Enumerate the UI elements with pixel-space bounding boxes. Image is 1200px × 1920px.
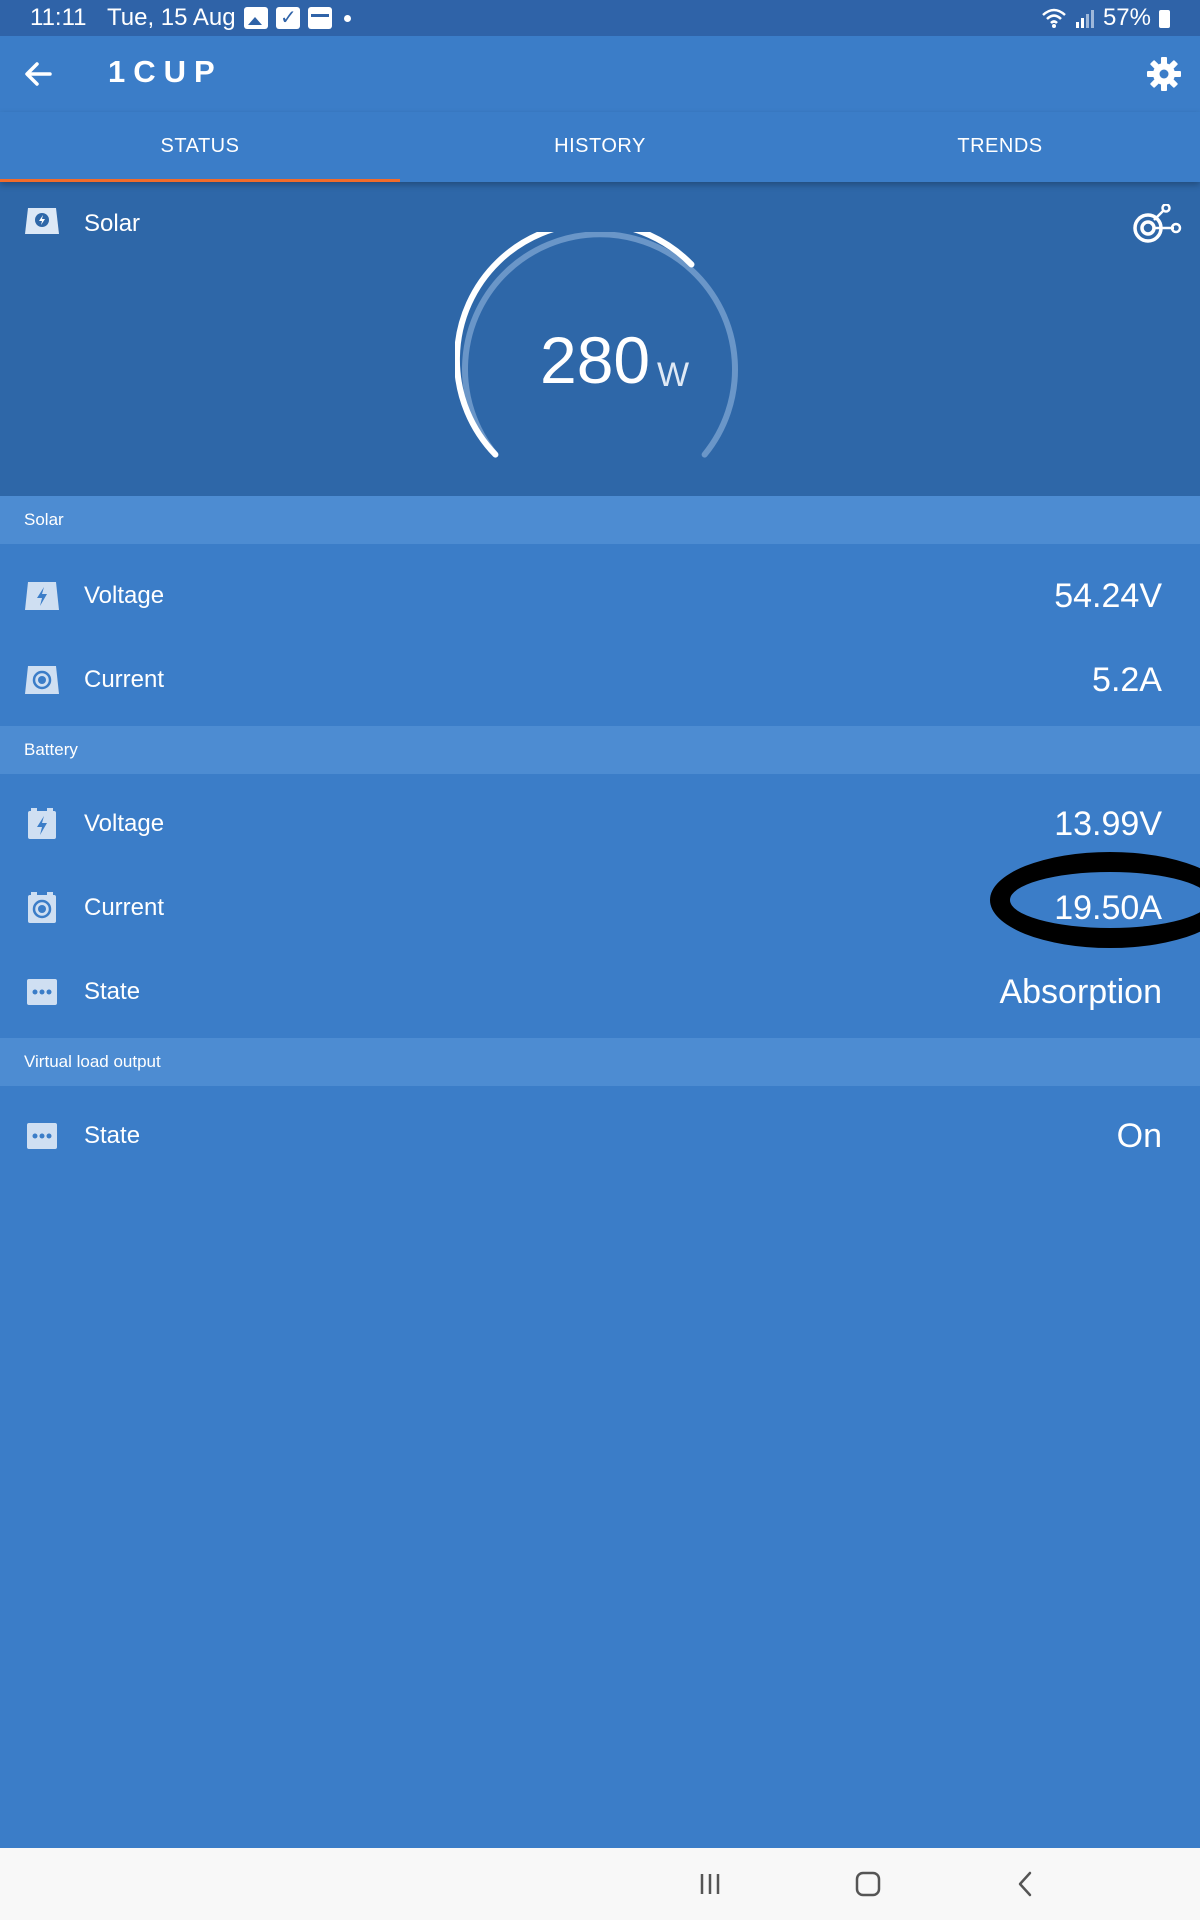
- signal-icon: [1075, 10, 1094, 28]
- battery-bolt-icon: [28, 808, 56, 839]
- row-label: Voltage: [84, 582, 165, 609]
- device-title: 1CUP: [108, 54, 223, 89]
- current-icon: [28, 892, 56, 923]
- notification-icons: [244, 0, 351, 36]
- row-label: State: [84, 978, 141, 1005]
- dots-icon: [27, 979, 57, 1005]
- section-header-solar: Solar: [0, 496, 1200, 544]
- row-value: Absorption: [999, 973, 1162, 1011]
- row-value: 13.99V: [1054, 805, 1162, 843]
- row-solar-current: Current 5.2A: [0, 638, 1200, 722]
- more-notifications-dot: [344, 14, 351, 22]
- status-date: Tue, 15 Aug: [107, 4, 236, 31]
- solar-power-unit: W: [657, 356, 690, 394]
- gallery-icon: [244, 7, 268, 29]
- gear-icon[interactable]: [1144, 54, 1184, 94]
- check-icon: [276, 0, 300, 36]
- row-label: State: [84, 1122, 141, 1149]
- row-battery-state: State Absorption: [0, 950, 1200, 1034]
- section-header-virtual-load: Virtual load output: [0, 1038, 1200, 1086]
- tab-bar: STATUS HISTORY TRENDS: [0, 112, 1200, 182]
- section-title: Virtual load output: [24, 1052, 161, 1071]
- row-value: 5.2A: [1092, 661, 1162, 699]
- solar-panel-icon: [25, 208, 59, 234]
- tab-trends[interactable]: TRENDS: [800, 112, 1200, 182]
- row-label: Current: [84, 894, 165, 921]
- connect-share-icon[interactable]: [1130, 204, 1182, 250]
- row-value: 54.24V: [1054, 577, 1162, 615]
- app-bar: 1CUP: [0, 36, 1200, 112]
- section-title: Battery: [24, 740, 78, 759]
- battery-icon: [1159, 10, 1170, 28]
- status-time: 11:11: [30, 4, 87, 31]
- tab-status[interactable]: STATUS: [0, 112, 400, 182]
- row-solar-voltage: Voltage 54.24V: [0, 554, 1200, 638]
- home-icon[interactable]: [850, 1866, 886, 1902]
- row-label: Current: [84, 666, 165, 693]
- system-nav-bar: [0, 1848, 1200, 1920]
- system-indicators: 57%: [1041, 0, 1170, 36]
- section-header-battery: Battery: [0, 726, 1200, 774]
- recent-apps-icon[interactable]: [692, 1866, 728, 1902]
- hero-label: Solar: [84, 210, 141, 237]
- status-bar: 11:11 Tue, 15 Aug 57%: [0, 0, 1200, 36]
- solar-power-value: 280: [540, 323, 651, 397]
- back-icon[interactable]: [1008, 1866, 1044, 1902]
- row-value: On: [1116, 1117, 1162, 1155]
- section-title: Solar: [24, 510, 64, 529]
- wifi-icon: [1042, 8, 1066, 28]
- row-battery-voltage: Voltage 13.99V: [0, 782, 1200, 866]
- solar-power-panel: Solar 280 W: [0, 182, 1200, 496]
- dots-icon: [27, 1123, 57, 1149]
- row-label: Voltage: [84, 810, 165, 837]
- row-load-state: State On: [0, 1094, 1200, 1178]
- tab-history[interactable]: HISTORY: [400, 112, 800, 182]
- current-icon: [25, 666, 59, 694]
- calendar-icon: [308, 7, 332, 29]
- back-arrow-icon[interactable]: [20, 56, 56, 92]
- battery-percentage: 57%: [1102, 4, 1151, 31]
- bolt-icon: [25, 582, 59, 610]
